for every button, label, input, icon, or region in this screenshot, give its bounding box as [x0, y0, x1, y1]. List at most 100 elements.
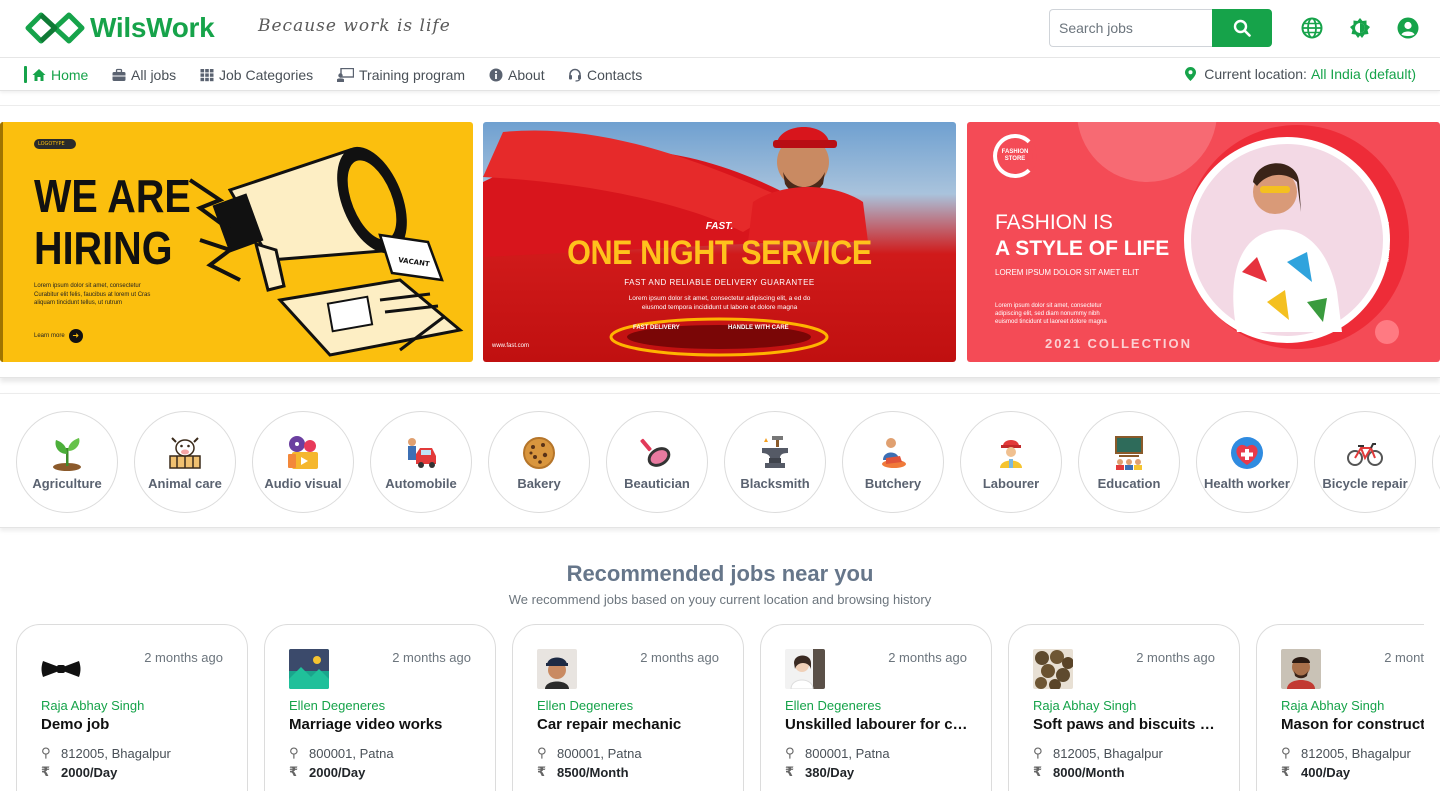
category-label: Butchery — [864, 475, 922, 491]
category-label: Bicycle repair — [1322, 475, 1408, 491]
category-labourer[interactable]: Labourer — [960, 411, 1062, 513]
banner-one-night-service[interactable]: FAST. ONE NIGHT SERVICE FAST AND RELIABL… — [483, 122, 956, 362]
nav-all-jobs[interactable]: All jobs — [112, 66, 176, 84]
headline-line-2: A STYLE OF LIFE — [995, 237, 1170, 260]
nav-training-program[interactable]: Training program — [337, 66, 465, 84]
job-title[interactable]: Soft paws and biscuits maker — [1033, 716, 1223, 733]
brand-tagline: Because work is life — [258, 16, 451, 36]
nav-label: Job Categories — [219, 67, 314, 83]
posted-time: 2 months ago — [392, 650, 471, 665]
category-label: Health worker — [1204, 475, 1290, 491]
job-card[interactable]: 2 months ago Raja Abhay Singh Soft paws … — [1008, 624, 1240, 791]
posted-time: 2 months ago — [640, 650, 719, 665]
job-title[interactable]: Mason for construction — [1281, 716, 1424, 733]
pay-text: 380/Day — [805, 764, 855, 780]
nav-job-categories[interactable]: Job Categories — [200, 66, 313, 84]
search-button[interactable] — [1212, 9, 1272, 47]
banner-headline: FASHION IS A STYLE OF LIFE — [995, 210, 1169, 262]
mechanic-photo — [537, 649, 577, 689]
car-icon — [408, 437, 436, 468]
tag-handle-with-care: HANDLE WITH CARE — [728, 325, 789, 331]
nav-label: Home — [51, 67, 89, 83]
banner-section-shadow — [0, 362, 1440, 378]
nav-about[interactable]: About — [489, 66, 545, 84]
category-strip: Agriculture Animal care Audio visual Aut… — [0, 393, 1440, 528]
job-title[interactable]: Unskilled labourer for construction — [785, 716, 975, 733]
category-label: Agriculture — [32, 475, 102, 491]
category-animal-care[interactable]: Animal care — [134, 411, 236, 513]
headset-icon — [569, 68, 581, 82]
globe-icon[interactable] — [1301, 17, 1323, 39]
cookie-icon — [523, 436, 555, 469]
job-pay: ₹2000/Day — [289, 764, 365, 780]
banner-url: www.yoursite.com — [1385, 221, 1391, 262]
poster-name[interactable]: Ellen Degeneres — [289, 698, 385, 713]
category-label: Bakery — [517, 475, 561, 491]
job-location: ⚲ 812005, Bhagalpur — [41, 745, 171, 761]
rupee-icon: ₹ — [785, 764, 795, 779]
banner-body: Lorem ipsum dolor sit amet, consectetur … — [628, 295, 811, 311]
search-icon — [1233, 19, 1251, 37]
job-title[interactable]: Marriage video works — [289, 716, 479, 733]
category-beautician[interactable]: Beautician — [606, 411, 708, 513]
job-card[interactable]: 2 months ago Ellen Degeneres Car repair … — [512, 624, 744, 791]
collection-label: 2021 COLLECTION — [1045, 336, 1193, 351]
banner-url: www.fast.com — [492, 343, 530, 349]
category-bicycle-repair[interactable]: Bicycle repair — [1314, 411, 1416, 513]
banner-subheadline: FAST AND RELIABLE DELIVERY GUARANTEE — [624, 278, 815, 287]
category-automobile[interactable]: Automobile — [370, 411, 472, 513]
poster-name[interactable]: Raja Abhay Singh — [41, 698, 144, 713]
nav-label: All jobs — [131, 67, 177, 83]
banner-body: Lorem ipsum dolor sit amet, consectetur … — [34, 283, 151, 306]
poster-name[interactable]: Raja Abhay Singh — [1033, 698, 1136, 713]
user-account-icon[interactable] — [1397, 17, 1419, 39]
nav-contacts[interactable]: Contacts — [568, 66, 642, 84]
current-location[interactable]: Current location: All India (default) — [1185, 66, 1416, 82]
training-icon — [337, 68, 354, 82]
brand-name: WilsWork — [90, 12, 215, 43]
location-text: 812005, Bhagalpur — [1053, 745, 1163, 761]
map-pin-icon: ⚲ — [41, 745, 51, 760]
poster-name[interactable]: Ellen Degeneres — [785, 698, 881, 713]
banner-hiring[interactable]: LOGOTYPE WE ARE HIRING Lorem ipsum dolor… — [0, 122, 473, 362]
map-pin-icon: ⚲ — [1281, 745, 1291, 760]
biscuits-photo — [1033, 649, 1073, 689]
category-more[interactable] — [1432, 411, 1440, 513]
briefcase-icon — [112, 68, 126, 81]
map-pin-icon: ⚲ — [785, 745, 795, 760]
job-card[interactable]: 2 months ago Ellen Degeneres Unskilled l… — [760, 624, 992, 791]
category-audio-visual[interactable]: Audio visual — [252, 411, 354, 513]
posted-time: 2 months ago — [1384, 650, 1424, 665]
job-card[interactable]: 2 months ago Raja Abhay Singh Demo job ⚲… — [16, 624, 248, 791]
plant-icon — [53, 437, 81, 471]
theme-icon[interactable] — [1349, 17, 1371, 39]
poster-name[interactable]: Ellen Degeneres — [537, 698, 633, 713]
job-title[interactable]: Car repair mechanic — [537, 716, 727, 733]
category-butchery[interactable]: Butchery — [842, 411, 944, 513]
cta-label: Learn more — [34, 333, 65, 339]
banner-headline: ONE NIGHT SERVICE — [567, 234, 872, 272]
job-location: ⚲ 812005, Bhagalpur — [1033, 745, 1163, 761]
category-agriculture[interactable]: Agriculture — [16, 411, 118, 513]
search-input[interactable] — [1049, 9, 1212, 47]
nav-label: Training program — [359, 67, 466, 83]
grid-icon — [200, 69, 214, 82]
category-bakery[interactable]: Bakery — [488, 411, 590, 513]
rupee-icon: ₹ — [289, 764, 299, 779]
category-education[interactable]: Education — [1078, 411, 1180, 513]
category-blacksmith[interactable]: Blacksmith — [724, 411, 826, 513]
category-label: Education — [1097, 475, 1161, 491]
tag-fast-delivery: FAST DELIVERY — [633, 325, 680, 331]
category-health-worker[interactable]: Health worker — [1196, 411, 1298, 513]
category-label: Automobile — [385, 475, 457, 491]
active-nav-indicator — [24, 66, 27, 83]
brand-logo[interactable]: WilsWork — [24, 11, 215, 45]
poster-name[interactable]: Raja Abhay Singh — [1281, 698, 1384, 713]
fashion-store-logo: FASHION STORE — [993, 134, 1037, 178]
job-card[interactable]: 2 months ago Ellen Degeneres Marriage vi… — [264, 624, 496, 791]
nav-home[interactable]: Home — [32, 66, 88, 84]
job-card[interactable]: 2 months ago Raja Abhay Singh Mason for … — [1256, 624, 1424, 791]
job-pay: ₹400/Day — [1281, 764, 1350, 780]
job-title[interactable]: Demo job — [41, 716, 231, 733]
banner-fashion[interactable]: FASHION STORE FASHION IS A STYLE OF LIFE… — [967, 122, 1440, 362]
